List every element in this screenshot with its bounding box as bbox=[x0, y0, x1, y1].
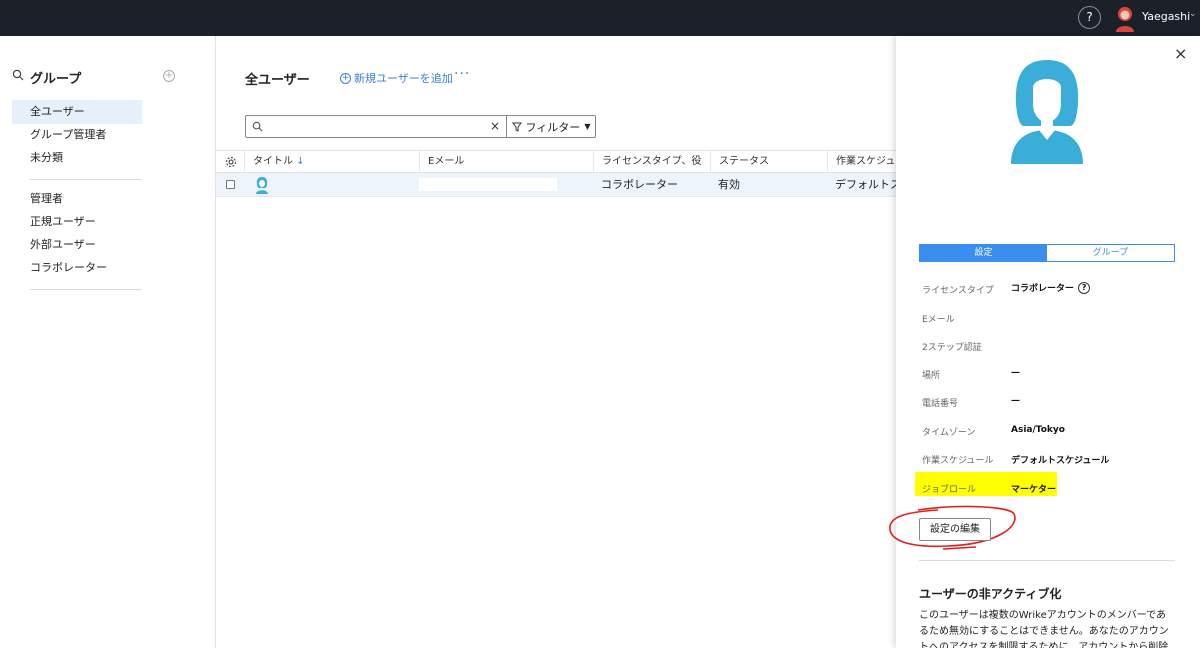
add-group-icon[interactable]: + bbox=[163, 70, 175, 82]
cell-title bbox=[270, 173, 420, 196]
sidebar-item-external-users[interactable]: 外部ユーザー bbox=[12, 233, 142, 257]
location-label: 場所 bbox=[922, 371, 941, 381]
column-header-license[interactable]: ライセンスタイプ、役割 bbox=[593, 151, 710, 189]
user-search: × bbox=[245, 115, 507, 138]
chevron-down-icon[interactable]: ⌄ bbox=[1189, 9, 1197, 19]
table-row[interactable]: コラボレーター 有効 デフォルトスケジ bbox=[216, 173, 900, 197]
gear-icon[interactable] bbox=[225, 156, 237, 168]
license-type-label: ライセンスタイプ bbox=[922, 286, 994, 296]
table-header: タイトル ↓ Eメール ライセンスタイプ、役割 ステータス 作業スケジュール bbox=[216, 150, 900, 189]
timezone-value: Asia/Tokyo bbox=[1011, 425, 1065, 435]
more-options-button[interactable]: ··· bbox=[454, 66, 470, 82]
column-header-email[interactable]: Eメール bbox=[419, 151, 593, 173]
clear-search-icon[interactable]: × bbox=[490, 119, 500, 133]
panel-divider bbox=[919, 560, 1175, 561]
work-schedule-value: デフォルトスケジュール bbox=[1011, 456, 1110, 466]
sidebar-divider bbox=[30, 289, 142, 290]
phone-label: 電話番号 bbox=[922, 399, 959, 409]
timezone-label: タイムゾーン bbox=[922, 428, 976, 438]
user-avatar-icon bbox=[256, 177, 268, 194]
add-user-button[interactable]: + 新規ユーザーを追加 bbox=[340, 70, 453, 86]
edit-settings-button[interactable]: 設定の編集 bbox=[919, 518, 991, 541]
sidebar-divider bbox=[30, 179, 142, 180]
location-value: — bbox=[1011, 368, 1020, 378]
panel-tabs: 設定 グループ bbox=[919, 244, 1175, 262]
two-step-auth-label: 2ステップ認証 bbox=[922, 343, 982, 353]
deactivate-section-title: ユーザーの非アクティブ化 bbox=[919, 587, 1062, 601]
user-detail-panel: × 設定 グループ ライセンスタイプ コラボレーター ? Eメール 2ステップ認… bbox=[889, 36, 1200, 648]
sort-arrow-icon: ↓ bbox=[296, 156, 305, 167]
tab-settings[interactable]: 設定 bbox=[920, 245, 1047, 261]
cell-schedule: デフォルトスケジ bbox=[835, 178, 900, 191]
sidebar-item-collaborators[interactable]: コラボレーター bbox=[12, 256, 142, 280]
sidebar-item-admins[interactable]: 管理者 bbox=[12, 187, 142, 211]
sidebar-item-uncategorized[interactable]: 未分類 bbox=[12, 146, 142, 170]
search-icon[interactable] bbox=[12, 69, 24, 81]
job-role-value: マーケター bbox=[1011, 485, 1057, 495]
column-header-title[interactable]: タイトル ↓ bbox=[244, 151, 419, 173]
filter-icon bbox=[511, 122, 522, 132]
sidebar-item-group-admins[interactable]: グループ管理者 bbox=[12, 123, 142, 147]
email-label: Eメール bbox=[922, 315, 955, 325]
phone-value: — bbox=[1011, 396, 1020, 406]
column-header-schedule[interactable]: 作業スケジュール bbox=[827, 151, 900, 173]
cell-email bbox=[419, 178, 557, 191]
search-icon bbox=[252, 121, 263, 132]
sidebar: グループ + 全ユーザー グループ管理者 未分類 管理者 正規ユーザー 外部ユー… bbox=[0, 36, 216, 648]
user-avatar[interactable] bbox=[1113, 4, 1137, 32]
help-button[interactable]: ? bbox=[1078, 6, 1101, 29]
tab-groups[interactable]: グループ bbox=[1047, 245, 1174, 261]
close-icon[interactable]: × bbox=[1174, 44, 1187, 63]
add-user-label: 新規ユーザーを追加 bbox=[354, 72, 453, 85]
help-circle-icon[interactable]: ? bbox=[1078, 281, 1091, 294]
deactivate-description: このユーザーは複数のWrikeアカウントのメンバーであるため無効にすることはでき… bbox=[919, 610, 1169, 648]
sidebar-title: グループ bbox=[30, 72, 82, 87]
cell-license: コラボレーター bbox=[601, 178, 678, 191]
sidebar-item-regular-users[interactable]: 正規ユーザー bbox=[12, 210, 142, 234]
caret-down-icon: ▼ bbox=[584, 122, 591, 131]
plus-circle-icon: + bbox=[340, 72, 351, 84]
username[interactable]: Yaegashi bbox=[1142, 10, 1190, 23]
column-header-status[interactable]: ステータス bbox=[710, 151, 827, 173]
cell-status: 有効 bbox=[718, 178, 740, 191]
user-profile-avatar bbox=[1011, 60, 1083, 164]
page-title: 全ユーザー bbox=[245, 73, 310, 88]
sidebar-item-all-users[interactable]: 全ユーザー bbox=[12, 100, 142, 124]
search-input[interactable] bbox=[268, 118, 478, 135]
license-type-value: コラボレーター ? bbox=[1011, 281, 1091, 294]
filter-button[interactable]: フィルター ▼ bbox=[506, 115, 596, 138]
top-bar: ? Yaegashi ⌄ bbox=[0, 0, 1200, 36]
row-checkbox[interactable] bbox=[226, 180, 235, 189]
filter-label: フィルター bbox=[525, 120, 581, 134]
work-schedule-label: 作業スケジュール bbox=[922, 456, 994, 466]
job-role-label: ジョブロール bbox=[922, 485, 977, 495]
